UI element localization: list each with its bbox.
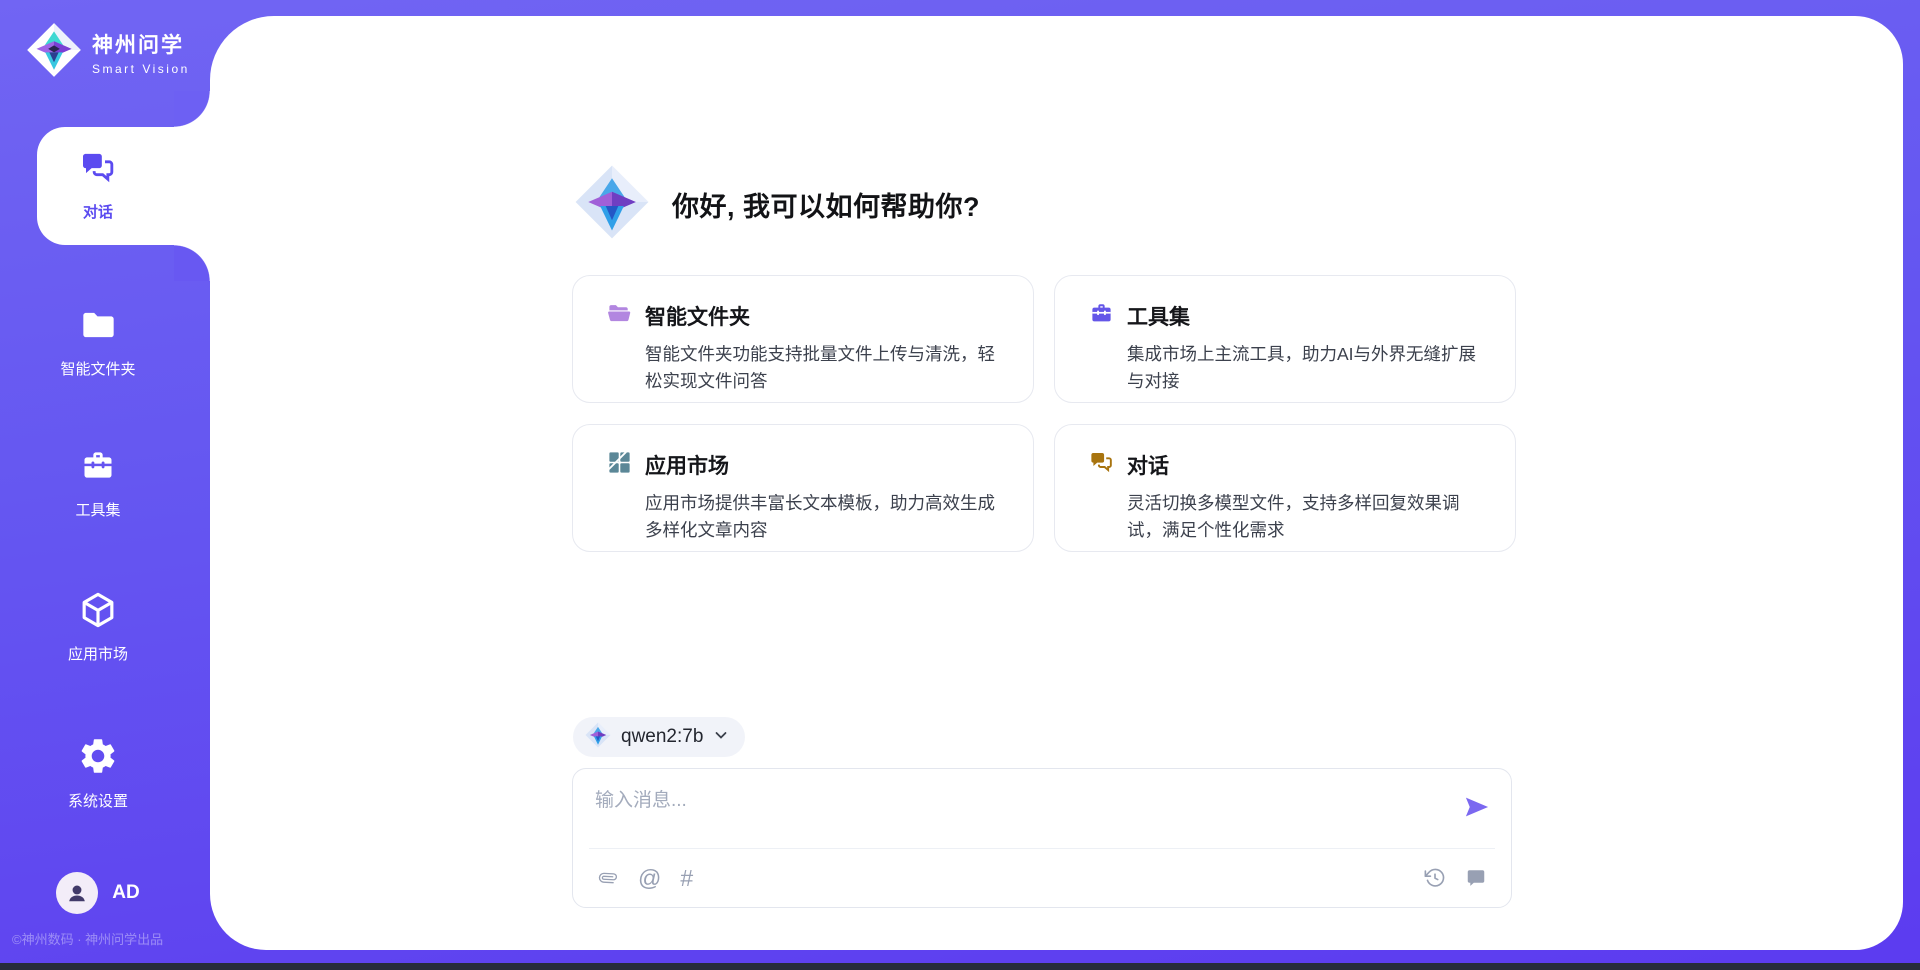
greeting-block: 你好, 我可以如何帮助你? [574, 164, 980, 245]
card-head: 智能文件夹 [606, 300, 1007, 332]
mention-icon[interactable]: @ [638, 867, 661, 890]
card-desc: 集成市场上主流工具，助力AI与外界无缝扩展与对接 [1088, 341, 1489, 395]
sidebar-item-smart-folder[interactable]: 智能文件夹 [0, 305, 196, 379]
sidebar-item-app-market[interactable]: 应用市场 [0, 590, 196, 664]
card-title: 对话 [1127, 450, 1169, 480]
sidebar-item-label: 对话 [83, 201, 113, 222]
sidebar-item-settings[interactable]: 系统设置 [0, 735, 196, 811]
main-content: 你好, 我可以如何帮助你? 智能文件夹 智能文件夹功能支持批量文件上传与清洗，轻… [572, 16, 1516, 950]
suggestion-cards: 智能文件夹 智能文件夹功能支持批量文件上传与清洗，轻松实现文件问答 [572, 275, 1516, 552]
folder-icon [78, 305, 118, 350]
message-composer: @ # [572, 768, 1512, 908]
card-desc: 智能文件夹功能支持批量文件上传与清洗，轻松实现文件问答 [606, 341, 1007, 395]
sidebar-item-label: 工具集 [75, 499, 120, 520]
sidebar-item-label: 应用市场 [68, 643, 128, 664]
sidebar: 神州问学 Smart Vision 对话 智能文件夹 [0, 0, 210, 970]
card-title: 智能文件夹 [645, 301, 750, 331]
message-input[interactable] [595, 785, 1415, 817]
card-title: 工具集 [1127, 301, 1190, 331]
card-desc: 灵活切换多模型文件，支持多样回复效果调试，满足个性化需求 [1088, 490, 1489, 544]
model-selector[interactable]: qwen2:7b [573, 717, 745, 757]
gear-icon [77, 735, 119, 782]
main-panel: 你好, 我可以如何帮助你? 智能文件夹 智能文件夹功能支持批量文件上传与清洗，轻… [210, 16, 1903, 950]
user-profile[interactable]: AD [0, 872, 196, 914]
sidebar-item-label: 系统设置 [68, 790, 128, 811]
sidebar-item-toolset[interactable]: 工具集 [0, 446, 196, 520]
brand-diamond-logo-icon [574, 164, 650, 245]
card-desc: 应用市场提供丰富长文本模板，助力高效生成多样化文章内容 [606, 490, 1007, 544]
brand-subtitle: Smart Vision [92, 62, 190, 76]
card-app-market[interactable]: 应用市场 应用市场提供丰富长文本模板，助力高效生成多样化文章内容 [572, 424, 1034, 552]
card-chat[interactable]: 对话 灵活切换多模型文件，支持多样回复效果调试，满足个性化需求 [1054, 424, 1516, 552]
user-initials: AD [112, 882, 139, 904]
sidebar-item-chat[interactable]: 对话 [0, 148, 196, 222]
folder-open-icon [606, 300, 633, 332]
send-icon[interactable] [1463, 793, 1491, 821]
toolbox-icon [1088, 300, 1115, 332]
card-head: 对话 [1088, 449, 1489, 481]
chat-bubbles-icon [78, 148, 118, 193]
brand-logo: 神州问学 Smart Vision [26, 22, 190, 83]
copyright-text: ©神州数码 · 神州问学出品 [12, 929, 163, 948]
model-name: qwen2:7b [621, 726, 703, 748]
cube-icon [78, 590, 118, 635]
brand-name: 神州问学 [92, 29, 190, 59]
avatar [56, 872, 98, 914]
diamond-logo-icon [26, 22, 82, 83]
chevron-down-icon [713, 727, 729, 748]
sidebar-item-label: 智能文件夹 [60, 358, 135, 379]
chat-bubbles-icon [1088, 449, 1115, 481]
topic-icon[interactable]: # [680, 867, 693, 890]
diamond-logo-icon [585, 722, 611, 753]
greeting-title: 你好, 我可以如何帮助你? [672, 185, 980, 224]
history-icon[interactable] [1424, 867, 1446, 889]
card-title: 应用市场 [645, 450, 729, 480]
toolbox-icon [78, 446, 118, 491]
card-head: 工具集 [1088, 300, 1489, 332]
comment-icon[interactable] [1465, 867, 1487, 889]
card-toolset[interactable]: 工具集 集成市场上主流工具，助力AI与外界无缝扩展与对接 [1054, 275, 1516, 403]
app-root: 你好, 我可以如何帮助你? 智能文件夹 智能文件夹功能支持批量文件上传与清洗，轻… [0, 0, 1920, 970]
grid-icon [606, 449, 633, 481]
bottom-strip [0, 963, 1920, 970]
paperclip-icon[interactable] [597, 867, 619, 889]
card-head: 应用市场 [606, 449, 1007, 481]
card-smart-folder[interactable]: 智能文件夹 智能文件夹功能支持批量文件上传与清洗，轻松实现文件问答 [572, 275, 1034, 403]
composer-toolbar: @ # [597, 849, 1487, 907]
